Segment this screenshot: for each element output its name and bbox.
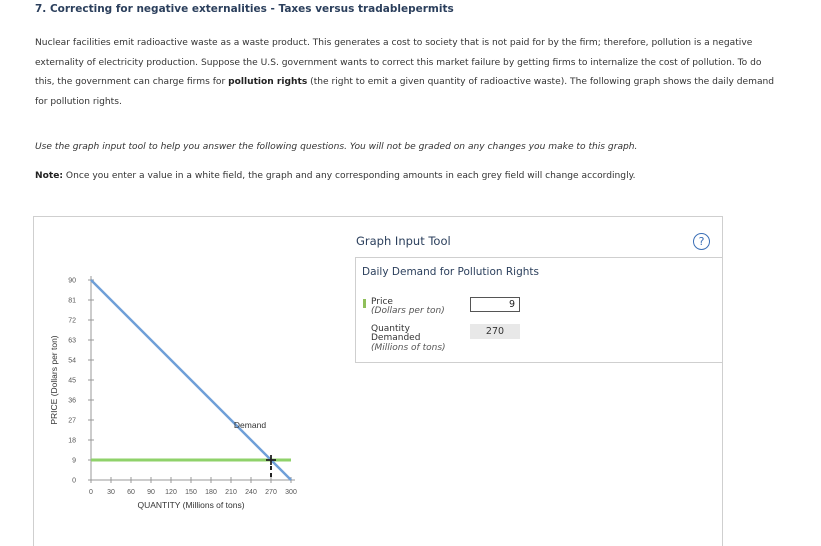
help-icon[interactable]: ? <box>693 233 710 250</box>
x-tick-label-210: 210 <box>225 489 237 496</box>
x-tick-label-270: 270 <box>265 489 277 496</box>
quantity-unit-label: (Millions of tons) <box>371 343 446 353</box>
y-tick-label-0: 0 <box>72 478 76 485</box>
y-tick-label-18: 18 <box>68 438 76 445</box>
demand-curve-label: Demand <box>234 420 266 430</box>
y-tick-label-45: 45 <box>68 378 76 385</box>
chart-axes <box>90 276 295 481</box>
y-tick-label-9: 9 <box>72 458 76 465</box>
x-tick-label-150: 150 <box>185 489 197 496</box>
y-tick-label-81: 81 <box>68 298 76 305</box>
x-tick-label-300: 300 <box>285 489 297 496</box>
graph-input-tool-title: Graph Input Tool <box>356 234 451 248</box>
demand-curve <box>90 279 292 481</box>
y-tick-label-63: 63 <box>68 338 76 345</box>
price-unit-label: (Dollars per ton) <box>371 306 445 316</box>
y-tick-label-27: 27 <box>68 418 76 425</box>
quantity-demanded-field: 270 <box>470 324 520 339</box>
x-tick-label-180: 180 <box>205 489 217 496</box>
y-tick-label-72: 72 <box>68 318 76 325</box>
x-tick-label-0: 0 <box>89 489 93 496</box>
x-tick-label-240: 240 <box>245 489 257 496</box>
y-tick-label-90: 90 <box>68 278 76 285</box>
x-tick-label-120: 120 <box>165 489 177 496</box>
y-axis-label: PRICE (Dollars per ton) <box>49 335 59 424</box>
quantity-label-line2: Demanded <box>371 333 421 343</box>
price-input[interactable] <box>470 297 520 312</box>
chart-lines <box>90 279 292 481</box>
x-tick-label-90: 90 <box>147 489 155 496</box>
y-tick-label-54: 54 <box>68 358 76 365</box>
chart-ticks: 0 9 18 27 36 45 54 63 72 81 90 0 30 60 90 120 150 180 210 2… <box>68 278 297 497</box>
price-color-marker <box>363 299 366 308</box>
x-tick-label-60: 60 <box>127 489 135 496</box>
tool-subtitle: Daily Demand for Pollution Rights <box>362 266 539 278</box>
x-axis-label: QUANTITY (Millions of tons) <box>137 500 244 510</box>
x-tick-label-30: 30 <box>107 489 115 496</box>
y-tick-label-36: 36 <box>68 398 76 405</box>
